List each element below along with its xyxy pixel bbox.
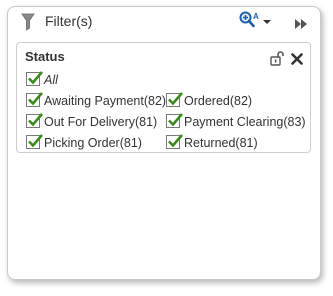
filter-panel: Filter(s) A Status All Awaiting Payment(… — [7, 6, 321, 280]
option-all[interactable]: All — [26, 71, 86, 89]
option-label: Awaiting Payment(82) — [44, 94, 167, 108]
checkbox[interactable] — [166, 113, 183, 128]
unlock-icon[interactable] — [270, 51, 284, 66]
option-ordered[interactable]: Ordered(82) — [166, 92, 306, 110]
checkbox[interactable] — [166, 92, 183, 107]
option-out-for-delivery[interactable]: Out For Delivery(81) — [26, 113, 166, 131]
option-label: Returned(81) — [184, 136, 258, 150]
checkbox[interactable] — [26, 134, 43, 149]
check-icon — [168, 134, 183, 148]
option-picking-order[interactable]: Picking Order(81) — [26, 134, 166, 152]
check-icon — [168, 92, 183, 106]
option-returned[interactable]: Returned(81) — [166, 134, 306, 152]
chevron-down-icon — [263, 20, 271, 24]
option-label: Payment Clearing(83) — [184, 115, 306, 129]
collapse-icon[interactable] — [295, 16, 307, 29]
checkbox[interactable] — [26, 71, 43, 86]
zoom-button[interactable]: A — [239, 11, 275, 33]
check-icon — [28, 134, 43, 148]
option-awaiting-payment[interactable]: Awaiting Payment(82) — [26, 92, 166, 110]
option-label: Picking Order(81) — [44, 136, 142, 150]
filter-icon — [21, 13, 35, 31]
checkbox[interactable] — [26, 92, 43, 107]
checkbox[interactable] — [26, 113, 43, 128]
check-icon — [28, 71, 43, 85]
checkbox[interactable] — [166, 134, 183, 149]
filter-title: Filter(s) — [45, 13, 93, 29]
filter-header: Filter(s) A — [8, 7, 320, 37]
close-icon[interactable] — [291, 52, 303, 65]
option-payment-clearing[interactable]: Payment Clearing(83) — [166, 113, 306, 131]
option-label: Ordered(82) — [184, 94, 253, 108]
facet-title: Status — [25, 49, 65, 64]
option-label: All — [44, 73, 58, 87]
check-icon — [28, 113, 43, 127]
check-icon — [28, 92, 43, 106]
option-label: Out For Delivery(81) — [44, 115, 158, 129]
check-icon — [168, 113, 183, 127]
status-facet: Status All Awaiting Payment(82) Ordered(… — [16, 42, 311, 153]
zoom-letter: A — [253, 12, 259, 21]
